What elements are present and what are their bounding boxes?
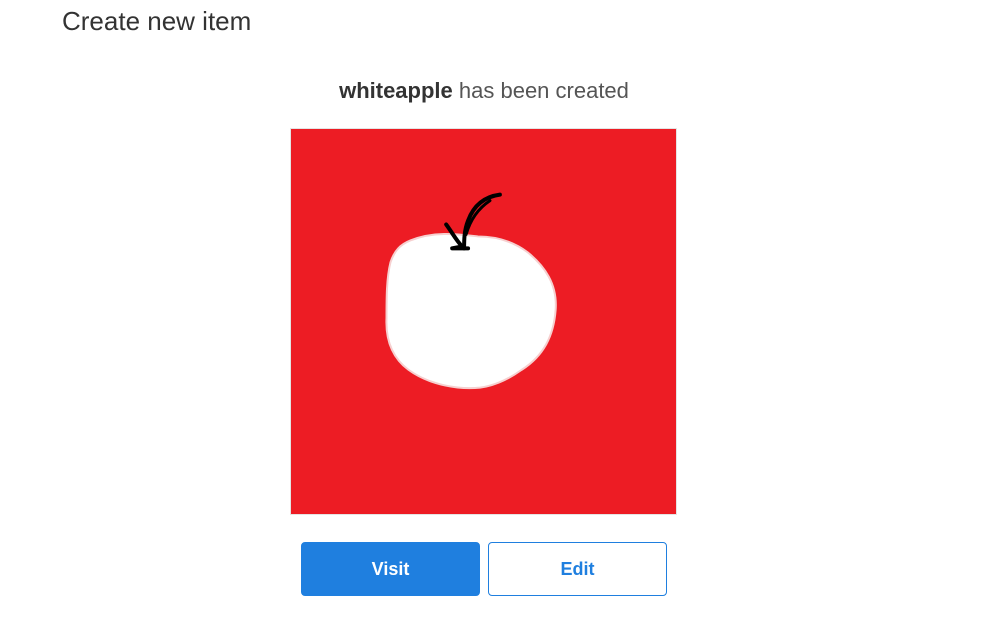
status-message: has been created xyxy=(458,78,629,103)
creation-status: whiteapple has been created xyxy=(0,76,968,106)
page-title: Create new item xyxy=(62,6,252,36)
visit-button[interactable]: Visit xyxy=(301,542,480,596)
item-name: whiteapple xyxy=(339,78,453,103)
edit-button[interactable]: Edit xyxy=(488,542,667,596)
apple-drawing-icon xyxy=(291,129,676,514)
item-image-preview xyxy=(290,128,677,515)
create-item-page: Create new item whiteapple has been crea… xyxy=(0,0,992,644)
